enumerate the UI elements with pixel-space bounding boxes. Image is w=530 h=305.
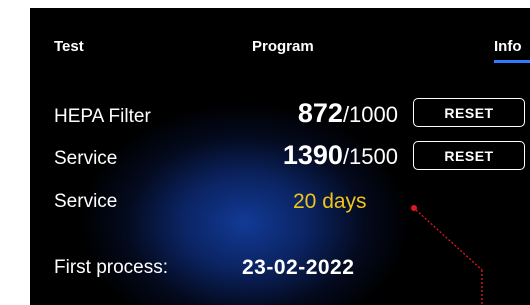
info-screen: Test Program Info HEPA Filter 872/1000 R… [30,8,530,305]
annotation-line-diagonal [415,209,483,271]
annotation-leader-line [411,205,483,305]
